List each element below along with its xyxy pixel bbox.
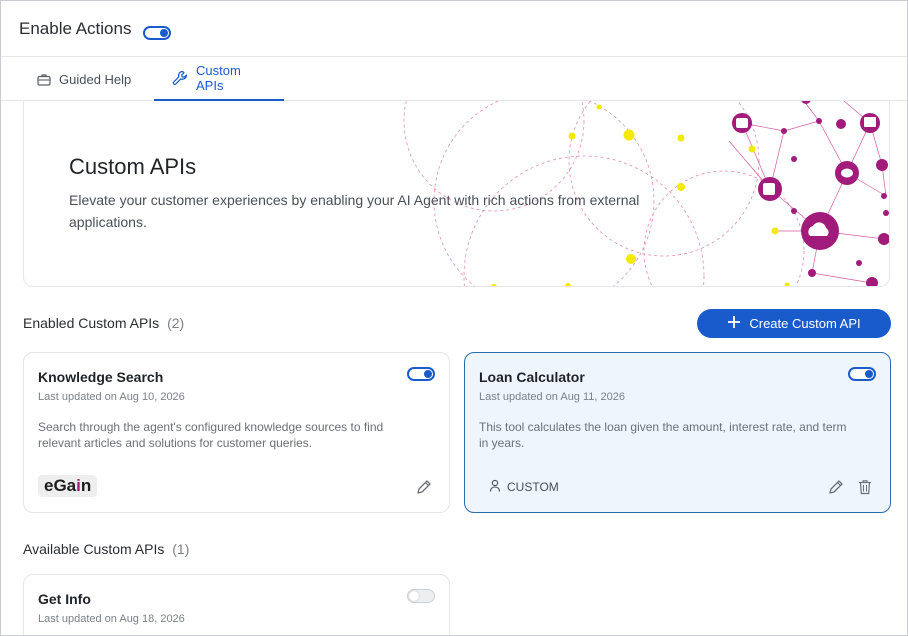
api-card-name: Knowledge Search xyxy=(38,369,164,385)
tab-custom-apis[interactable]: Custom APIs xyxy=(154,57,284,101)
api-card-updated: Last updated on Aug 10, 2026 xyxy=(38,391,185,403)
hero-title: Custom APIs xyxy=(69,154,197,179)
hero-description: Elevate your customer experiences by ena… xyxy=(69,192,640,230)
tab-bar: Guided Help Custom APIs xyxy=(1,57,907,101)
custom-tag: CUSTOM xyxy=(489,479,559,495)
egain-logo: eGain xyxy=(38,475,98,497)
knowledge-search-toggle[interactable] xyxy=(407,367,435,381)
create-custom-api-button[interactable]: Create Custom API xyxy=(697,309,891,338)
available-section-title: Available Custom APIs (1) xyxy=(23,541,189,557)
edit-icon[interactable] xyxy=(416,479,432,500)
api-card-description: This tool calculates the loan given the … xyxy=(479,420,847,450)
api-card-name: Get Info xyxy=(38,591,91,607)
hero-banner: Custom APIs Elevate your customer experi… xyxy=(23,101,890,287)
top-bar: Enable Actions xyxy=(1,1,907,57)
plus-icon xyxy=(727,315,741,332)
api-card-loan-calculator[interactable]: Loan Calculator Last updated on Aug 11, … xyxy=(464,352,891,513)
available-section-count: (1) xyxy=(172,541,190,557)
briefcase-icon xyxy=(37,73,51,86)
page-title: Enable Actions xyxy=(19,19,132,38)
api-card-updated: Last updated on Aug 11, 2026 xyxy=(479,391,625,403)
api-card-knowledge-search[interactable]: Knowledge Search Last updated on Aug 10,… xyxy=(23,352,450,513)
egain-logo-suffix: n xyxy=(80,476,92,495)
tab-custom-apis-label: Custom APIs xyxy=(196,63,241,93)
enabled-section-label: Enabled Custom APIs xyxy=(23,315,160,331)
api-card-get-info[interactable]: Get Info Last updated on Aug 18, 2026 xyxy=(23,574,450,635)
api-card-updated: Last updated on Aug 18, 2026 xyxy=(38,613,185,625)
app-frame: Enable Actions Guided Help Custom APIs C… xyxy=(0,0,908,636)
custom-tag-label: CUSTOM xyxy=(507,480,559,494)
available-section-label: Available Custom APIs xyxy=(23,541,165,557)
loan-calculator-toggle[interactable] xyxy=(848,367,876,381)
api-card-name: Loan Calculator xyxy=(479,369,585,385)
edit-icon[interactable] xyxy=(828,479,844,500)
enabled-section-count: (2) xyxy=(167,315,185,331)
enable-actions-toggle[interactable] xyxy=(143,26,171,40)
enabled-section-title: Enabled Custom APIs (2) xyxy=(23,315,184,331)
api-card-description: Search through the agent's configured kn… xyxy=(38,420,384,450)
tab-guided-help[interactable]: Guided Help xyxy=(19,57,149,101)
user-icon xyxy=(489,479,501,495)
tab-guided-help-label: Guided Help xyxy=(59,71,132,87)
get-info-toggle[interactable] xyxy=(407,589,435,603)
egain-logo-prefix: eGa xyxy=(44,476,77,495)
wrench-icon xyxy=(172,70,188,86)
trash-icon[interactable] xyxy=(858,479,872,500)
create-custom-api-label: Create Custom API xyxy=(749,316,861,331)
